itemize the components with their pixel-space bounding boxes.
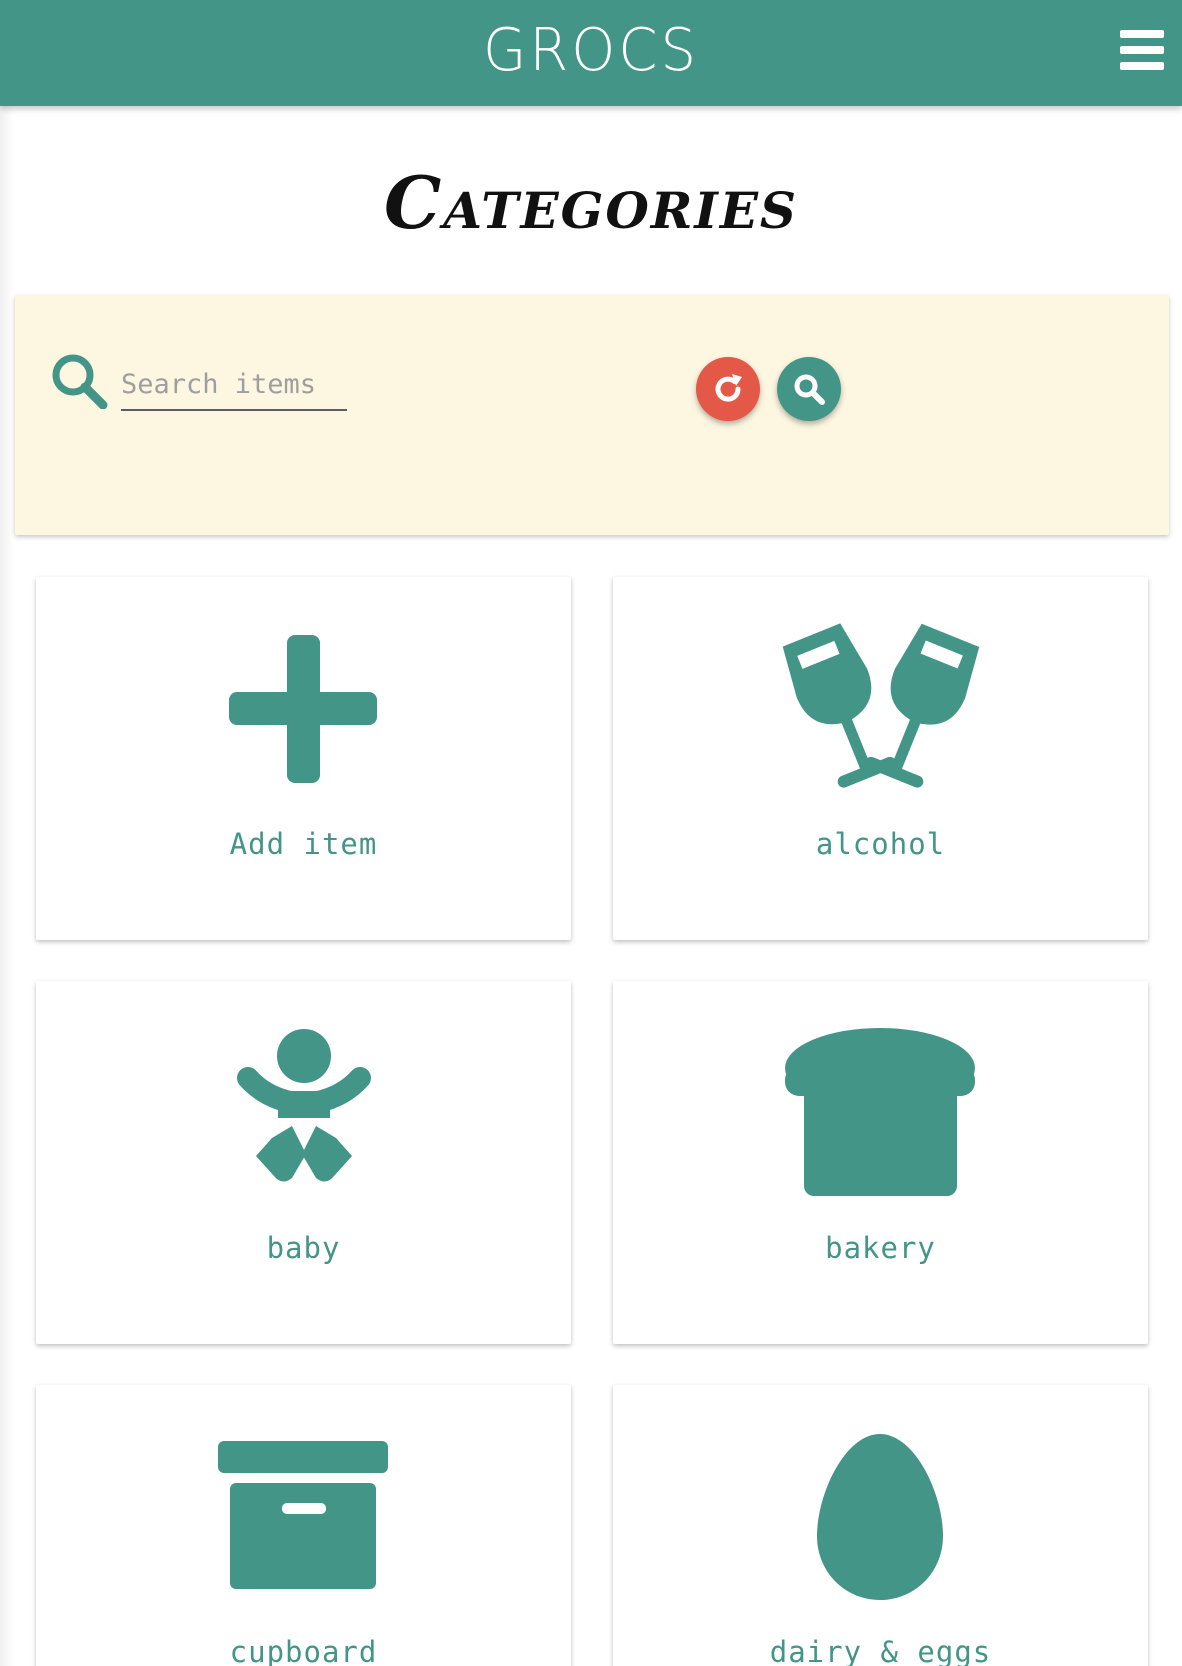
category-label: Add item [229, 827, 378, 861]
search-submit-button[interactable] [777, 357, 841, 421]
egg-icon [613, 1385, 1148, 1625]
search-panel [15, 295, 1169, 535]
category-label: baby [266, 1231, 341, 1265]
edge-shadow [0, 106, 14, 1666]
app-title: GROCS [482, 16, 700, 85]
search-input[interactable] [121, 359, 347, 411]
hamburger-menu-icon[interactable] [1120, 30, 1164, 70]
plus-icon [36, 577, 571, 817]
baby-icon [36, 981, 571, 1221]
search-icon [794, 374, 825, 405]
bread-icon [613, 981, 1148, 1221]
category-card-bakery[interactable]: bakery [613, 981, 1148, 1344]
top-app-bar: GROCS [0, 0, 1182, 106]
archive-box-icon [36, 1385, 571, 1625]
app-page: GROCS Categories Search items Add item a… [0, 0, 1182, 1666]
category-card-alcohol[interactable]: alcohol [613, 577, 1148, 940]
category-card-baby[interactable]: baby [36, 981, 571, 1344]
category-card-dairy-eggs[interactable]: dairy & eggs [613, 1385, 1148, 1666]
category-label: dairy & eggs [769, 1635, 992, 1666]
category-label: bakery [825, 1231, 936, 1265]
category-card-add-item[interactable]: Add item [36, 577, 571, 940]
refresh-icon [715, 374, 742, 402]
reset-button[interactable] [696, 357, 760, 421]
category-label: alcohol [815, 827, 946, 861]
category-label: cupboard [229, 1635, 378, 1666]
page-title: Categories [383, 160, 799, 245]
search-icon [49, 351, 111, 410]
wine-glasses-icon [613, 577, 1148, 817]
category-card-cupboard[interactable]: cupboard [36, 1385, 571, 1666]
